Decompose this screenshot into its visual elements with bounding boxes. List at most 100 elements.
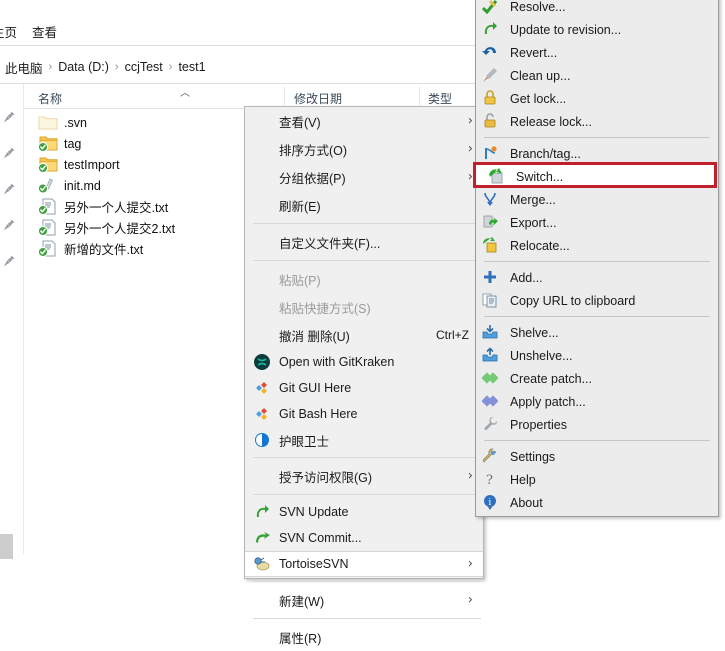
breadcrumb-item-1[interactable]: Data (D:) <box>53 60 114 74</box>
menu-item-paste: 粘贴(P) <box>245 265 483 293</box>
menu-separator <box>253 618 481 619</box>
submenu-item-update-to-revision[interactable]: Update to revision... <box>476 18 718 41</box>
menu-item-open-with-gitkraken[interactable]: Open with GitKraken <box>245 349 483 375</box>
navigation-scrollbar-thumb[interactable] <box>0 534 13 559</box>
pin-icon[interactable] <box>2 110 16 124</box>
chevron-right-icon: › <box>467 468 473 484</box>
column-divider-1[interactable] <box>284 87 285 106</box>
submenu-item-add[interactable]: Add... <box>476 266 718 289</box>
blank-icon <box>253 233 275 251</box>
file-name: tag <box>64 136 82 151</box>
submenu-separator <box>484 137 710 138</box>
breadcrumb-item-0[interactable]: 此电脑 <box>0 58 48 77</box>
breadcrumb-item-2[interactable]: ccjTest <box>120 60 168 74</box>
blank-icon <box>253 168 275 186</box>
submenu-item-apply-patch[interactable]: Apply patch... <box>476 390 718 413</box>
submenu-item-label: Relocate... <box>510 238 570 253</box>
menu-item-customize-folder[interactable]: 自定义文件夹(F)... <box>245 228 483 256</box>
menu-item-git-bash-here[interactable]: Git Bash Here <box>245 401 483 427</box>
menu-item-view[interactable]: 查看(V) › <box>245 107 483 135</box>
submenu-item-resolve[interactable]: Resolve... <box>476 0 718 18</box>
breadcrumb[interactable]: 此电脑 › Data (D:) › ccjTest › test1 <box>0 55 480 79</box>
file-name: 另外一个人提交.txt <box>64 201 169 215</box>
submenu-separator <box>484 316 710 317</box>
submenu-item-label: Clean up... <box>510 68 571 83</box>
menu-item-label: Git GUI Here <box>279 381 352 395</box>
menu-item-eye-care[interactable]: 护眼卫士 <box>245 427 483 453</box>
copy-url-icon <box>482 292 504 310</box>
submenu-item-label: Branch/tag... <box>510 146 581 161</box>
menu-item-label: Open with GitKraken <box>279 355 395 369</box>
menu-item-git-gui-here[interactable]: Git GUI Here <box>245 375 483 401</box>
submenu-item-shelve[interactable]: Shelve... <box>476 321 718 344</box>
svg-text:?: ? <box>486 473 493 487</box>
about-icon: i <box>482 494 504 512</box>
svn-commit-icon <box>253 529 275 547</box>
tab-home[interactable]: 主页 <box>0 22 17 41</box>
submenu-item-clean-up[interactable]: Clean up... <box>476 64 718 87</box>
column-header-date-modified[interactable]: 修改日期 <box>294 90 342 107</box>
context-menu: 查看(V) › 排序方式(O) › 分组依据(P) › 刷新(E) 自定义文件夹… <box>244 106 484 646</box>
settings-icon <box>482 448 504 466</box>
column-divider-2[interactable] <box>419 87 420 106</box>
submenu-item-switch[interactable]: Switch... <box>473 162 718 188</box>
submenu-item-label: About <box>510 495 543 510</box>
menu-item-label: 属性(R) <box>279 631 322 646</box>
folder-svn-ok-icon <box>38 135 58 152</box>
menu-item-label: 授予访问权限(G) <box>279 470 373 485</box>
submenu-item-get-lock[interactable]: Get lock... <box>476 87 718 110</box>
submenu-item-release-lock[interactable]: Release lock... <box>476 110 718 133</box>
submenu-item-unshelve[interactable]: Unshelve... <box>476 344 718 367</box>
submenu-item-relocate[interactable]: Relocate... <box>476 234 718 257</box>
submenu-item-merge[interactable]: Merge... <box>476 188 718 211</box>
pin-icon[interactable] <box>2 218 16 232</box>
tortoisesvn-icon <box>253 555 275 573</box>
menu-item-grant-access[interactable]: 授予访问权限(G) › <box>245 462 483 490</box>
file-name: testImport <box>64 157 120 172</box>
menu-separator <box>253 260 481 261</box>
submenu-separator <box>484 261 710 262</box>
file-name: 新增的文件.txt <box>64 243 144 257</box>
navigation-pane[interactable] <box>0 84 24 554</box>
menu-item-new[interactable]: 新建(W) › <box>245 586 483 614</box>
submenu-item-help[interactable]: ? Help <box>476 468 718 491</box>
column-header-type[interactable]: 类型 <box>428 90 452 107</box>
pin-icon[interactable] <box>2 254 16 268</box>
tab-view[interactable]: 查看 <box>32 22 57 41</box>
menu-item-group-by[interactable]: 分组依据(P) › <box>245 163 483 191</box>
pin-icon[interactable] <box>2 146 16 160</box>
svn-update-icon <box>253 503 275 521</box>
menu-item-properties[interactable]: 属性(R) <box>245 623 483 651</box>
menu-item-label: SVN Update <box>279 505 349 519</box>
revert-icon <box>482 44 504 62</box>
menu-item-tortoisesvn[interactable]: TortoiseSVN › <box>245 551 483 577</box>
branch-tag-icon <box>482 145 504 163</box>
menu-item-undo-delete[interactable]: 撤消 删除(U) Ctrl+Z <box>245 321 483 349</box>
menu-item-svn-commit[interactable]: SVN Commit... <box>245 525 483 551</box>
sort-ascending-icon: ︿ <box>180 88 190 99</box>
column-header-name[interactable]: 名称 <box>38 90 62 107</box>
submenu-separator <box>484 440 710 441</box>
file-name: init.md <box>64 178 101 193</box>
menu-item-label: 自定义文件夹(F)... <box>279 236 381 251</box>
help-icon: ? <box>482 471 504 489</box>
submenu-item-properties[interactable]: Properties <box>476 413 718 436</box>
submenu-item-create-patch[interactable]: Create patch... <box>476 367 718 390</box>
submenu-item-about[interactable]: i About <box>476 491 718 514</box>
menu-item-label: 粘贴快捷方式(S) <box>279 301 371 316</box>
git-icon <box>253 379 275 397</box>
pin-icon[interactable] <box>2 182 16 196</box>
submenu-item-settings[interactable]: Settings <box>476 445 718 468</box>
submenu-item-copy-url-to-clipboard[interactable]: Copy URL to clipboard <box>476 289 718 312</box>
menu-item-sort-by[interactable]: 排序方式(O) › <box>245 135 483 163</box>
unshelve-icon <box>482 346 504 365</box>
breadcrumb-item-3[interactable]: test1 <box>173 60 210 74</box>
menu-item-refresh[interactable]: 刷新(E) <box>245 191 483 219</box>
submenu-item-export[interactable]: Export... <box>476 211 718 234</box>
submenu-item-revert[interactable]: Revert... <box>476 41 718 64</box>
ribbon-divider <box>0 45 480 46</box>
file-name: .svn <box>64 115 87 130</box>
blank-icon <box>253 467 275 485</box>
menu-item-svn-update[interactable]: SVN Update <box>245 499 483 525</box>
menu-item-label: Git Bash Here <box>279 407 358 421</box>
